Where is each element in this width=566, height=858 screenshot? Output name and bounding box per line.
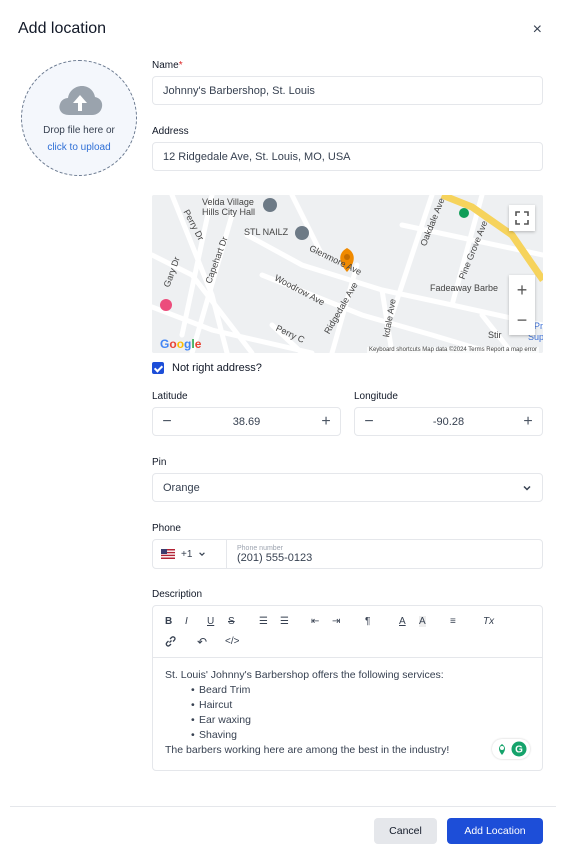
- latitude-label: Latitude: [152, 391, 188, 402]
- google-logo: Google: [160, 337, 202, 351]
- fullscreen-button[interactable]: [509, 205, 535, 231]
- pin-value: Orange: [163, 481, 200, 494]
- phone-label: Phone: [152, 523, 181, 534]
- svg-text:G: G: [515, 745, 523, 756]
- upload-link[interactable]: click to upload: [22, 142, 136, 153]
- link-icon[interactable]: [165, 636, 176, 647]
- close-icon[interactable]: ×: [533, 21, 542, 39]
- map-label-fadeaway: Fadeaway Barbe: [430, 283, 499, 293]
- pin-select[interactable]: Orange: [152, 473, 543, 502]
- editor-toolbar: B I U S ☰ ☰ ⇤ ⇥ ¶ A A ≡ Tx ↶ </>: [153, 606, 542, 658]
- undo-icon[interactable]: ↶: [197, 635, 207, 649]
- grammarly-widget[interactable]: G: [492, 739, 530, 759]
- upload-dropzone[interactable]: Drop file here or click to upload: [21, 60, 137, 176]
- zoom-out-button[interactable]: −: [517, 305, 528, 335]
- map-footer[interactable]: Keyboard shortcuts Map data ©2024 Terms …: [366, 347, 539, 353]
- latitude-input[interactable]: 38.69: [181, 416, 312, 428]
- map-label-velda: Velda Village: [202, 197, 254, 207]
- list-item: Shaving: [191, 728, 530, 743]
- address-input[interactable]: 12 Ridgedale Ave, St. Louis, MO, USA: [152, 142, 543, 171]
- description-intro: St. Louis' Johnny's Barbershop offers th…: [165, 669, 444, 681]
- list-item: Ear waxing: [191, 713, 530, 728]
- latitude-increment-button[interactable]: +: [312, 413, 340, 431]
- name-label-text: Name: [152, 60, 179, 71]
- name-label: Name*: [152, 60, 183, 71]
- not-right-address-checkbox[interactable]: [152, 362, 164, 374]
- ordered-list-icon[interactable]: ☰: [259, 616, 268, 627]
- description-editor[interactable]: B I U S ☰ ☰ ⇤ ⇥ ¶ A A ≡ Tx ↶ </> St. Lou…: [152, 605, 543, 771]
- map-label-stl-nailz: STL NAILZ: [244, 227, 289, 237]
- map-label-stir: Stir: [488, 330, 502, 340]
- bullet-list-icon[interactable]: ☰: [280, 616, 289, 627]
- editor-content[interactable]: St. Louis' Johnny's Barbershop offers th…: [153, 658, 542, 768]
- description-label: Description: [152, 589, 203, 600]
- strikethrough-button[interactable]: S: [228, 616, 235, 627]
- paragraph-icon[interactable]: ¶: [365, 616, 370, 627]
- description-outro: The barbers working here are among the b…: [165, 744, 450, 756]
- footer-divider: [10, 806, 556, 807]
- add-location-button[interactable]: Add Location: [447, 818, 543, 844]
- not-right-address-label[interactable]: Not right address?: [172, 362, 262, 374]
- map[interactable]: Velda Village Hills City Hall STL NAILZ …: [152, 195, 543, 353]
- grammarly-icon: G: [511, 741, 527, 757]
- country-code-select[interactable]: +1: [153, 540, 227, 568]
- cloud-upload-icon: [59, 86, 103, 115]
- longitude-label: Longitude: [354, 391, 398, 402]
- indent-icon[interactable]: ⇥: [332, 616, 340, 627]
- country-code: +1: [181, 548, 193, 560]
- zoom-in-button[interactable]: +: [517, 275, 528, 305]
- longitude-stepper: − -90.28 +: [354, 407, 543, 436]
- fullscreen-icon: [515, 211, 529, 225]
- bold-button[interactable]: B: [165, 616, 172, 627]
- underline-button[interactable]: U: [207, 616, 214, 627]
- upload-instruction: Drop file here or: [43, 125, 115, 136]
- phone-value: (201) 555-0123: [237, 551, 313, 564]
- phone-number-input[interactable]: Phone number (201) 555-0123: [227, 545, 312, 564]
- longitude-input[interactable]: -90.28: [383, 416, 514, 428]
- phone-placeholder: Phone number: [237, 544, 283, 552]
- map-pin-icon: [499, 744, 505, 755]
- us-flag-icon: [161, 549, 175, 559]
- zoom-controls: + −: [509, 275, 535, 335]
- services-list: Beard Trim Haircut Ear waxing Shaving: [165, 683, 530, 743]
- latitude-decrement-button[interactable]: −: [153, 413, 181, 431]
- list-item: Beard Trim: [191, 683, 530, 698]
- list-item: Haircut: [191, 698, 530, 713]
- font-color-icon[interactable]: A: [399, 616, 406, 627]
- latitude-stepper: − 38.69 +: [152, 407, 341, 436]
- code-icon[interactable]: </>: [225, 636, 239, 647]
- chevron-down-icon: [199, 552, 206, 557]
- address-label: Address: [152, 126, 189, 137]
- clear-format-icon[interactable]: Tx: [483, 616, 494, 627]
- phone-field: +1 Phone number (201) 555-0123: [152, 539, 543, 569]
- dialog-title: Add location: [18, 20, 107, 37]
- highlight-icon[interactable]: A: [419, 616, 426, 627]
- pin-label: Pin: [152, 457, 167, 468]
- required-mark: *: [178, 60, 183, 71]
- longitude-increment-button[interactable]: +: [514, 413, 542, 431]
- map-label-cityhall: Hills City Hall: [202, 207, 256, 217]
- align-icon[interactable]: ≡: [450, 616, 456, 627]
- name-input[interactable]: Johnny's Barbershop, St. Louis: [152, 76, 543, 105]
- outdent-icon[interactable]: ⇤: [311, 616, 319, 627]
- longitude-decrement-button[interactable]: −: [355, 413, 383, 431]
- italic-button[interactable]: I: [185, 616, 188, 627]
- chevron-down-icon: [523, 485, 531, 491]
- map-label-pr: Pr: [534, 321, 543, 331]
- cancel-button[interactable]: Cancel: [374, 818, 437, 844]
